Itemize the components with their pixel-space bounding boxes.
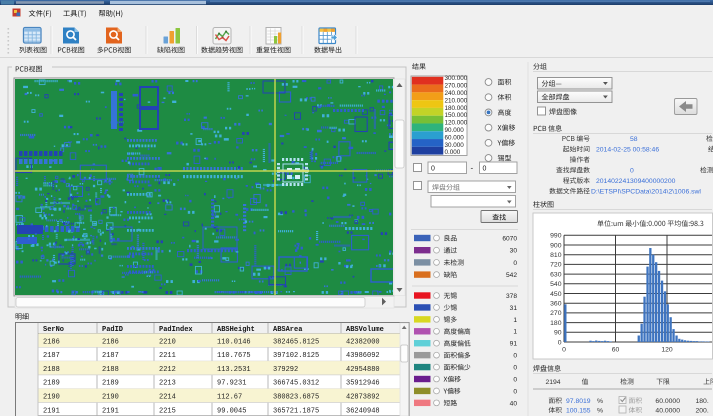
svg-text:2213: 2213 (159, 380, 176, 388)
svg-text:542: 542 (506, 272, 517, 279)
svg-text:240.000: 240.000 (445, 90, 468, 97)
svg-text:99.0045: 99.0045 (217, 407, 246, 415)
svg-text:42382000: 42382000 (346, 338, 380, 346)
svg-text:113.2531: 113.2531 (217, 366, 251, 374)
svg-text:2188: 2188 (43, 366, 60, 374)
svg-text:300.000: 300.000 (445, 75, 468, 82)
svg-text:2212: 2212 (159, 366, 176, 374)
svg-text:0: 0 (513, 353, 517, 360)
svg-text:91: 91 (510, 341, 518, 348)
svg-text:2188: 2188 (102, 366, 119, 374)
svg-text:ABSHeight: ABSHeight (217, 326, 255, 334)
svg-text:630: 630 (550, 271, 562, 278)
svg-text:42954880: 42954880 (346, 366, 380, 374)
svg-text:200.: 200. (696, 408, 709, 415)
svg-text:397102.8125: 397102.8125 (273, 352, 319, 360)
svg-text:58: 58 (630, 136, 638, 143)
svg-text:43986092: 43986092 (346, 352, 380, 360)
svg-text:270: 270 (550, 310, 562, 317)
svg-text:0: 0 (483, 165, 487, 172)
svg-text:366745.0312: 366745.0312 (273, 380, 319, 388)
svg-text:2187: 2187 (43, 352, 60, 360)
svg-text:PadIndex: PadIndex (159, 326, 193, 334)
svg-text:0: 0 (562, 347, 566, 354)
svg-text:PadID: PadID (102, 326, 123, 334)
svg-text:2186: 2186 (102, 338, 119, 346)
svg-text:540: 540 (550, 281, 562, 288)
svg-text:ABSArea: ABSArea (273, 326, 303, 334)
svg-text:2215: 2215 (159, 407, 176, 415)
svg-text:2214: 2214 (159, 394, 176, 402)
svg-text:120: 120 (661, 347, 673, 354)
svg-text:150.000: 150.000 (445, 112, 468, 119)
svg-text:40: 40 (510, 400, 518, 407)
svg-text:2189: 2189 (43, 380, 60, 388)
svg-text:900: 900 (550, 242, 562, 249)
svg-text:450: 450 (550, 291, 562, 298)
svg-text:ABSVolume: ABSVolume (346, 326, 384, 334)
svg-text:110.0146: 110.0146 (217, 338, 251, 346)
svg-text:210.000: 210.000 (445, 97, 468, 104)
svg-text:120.000: 120.000 (445, 120, 468, 127)
svg-text:110.7675: 110.7675 (217, 352, 251, 360)
svg-text:6070: 6070 (502, 235, 517, 242)
svg-text:90.000: 90.000 (445, 127, 465, 134)
svg-text:0: 0 (630, 168, 634, 175)
svg-text:2186: 2186 (43, 338, 60, 346)
svg-text:720: 720 (550, 262, 562, 269)
svg-text:2191: 2191 (102, 407, 119, 415)
svg-text:360: 360 (550, 301, 562, 308)
svg-text:0: 0 (513, 376, 517, 383)
svg-text:2014-02-25 00:58:46: 2014-02-25 00:58:46 (596, 147, 659, 154)
svg-text:380823.6875: 380823.6875 (273, 394, 319, 402)
svg-text:2210: 2210 (159, 338, 176, 346)
svg-text:60: 60 (612, 347, 620, 354)
svg-text:112.67: 112.67 (217, 394, 242, 402)
svg-text:40.0000: 40.0000 (655, 408, 680, 415)
svg-text:2187: 2187 (102, 352, 119, 360)
svg-text:97.8019: 97.8019 (566, 398, 591, 405)
svg-text:365721.1875: 365721.1875 (273, 407, 319, 415)
svg-text:0.000: 0.000 (445, 149, 461, 156)
svg-text:810: 810 (550, 252, 562, 259)
svg-text:2211: 2211 (159, 352, 176, 360)
svg-text:90: 90 (554, 330, 562, 337)
svg-text:2190: 2190 (43, 394, 60, 402)
svg-text:2190: 2190 (102, 394, 119, 402)
svg-text:%: % (597, 408, 603, 415)
svg-text:35912946: 35912946 (346, 380, 380, 388)
svg-text:0: 0 (431, 165, 435, 172)
svg-text:382465.8125: 382465.8125 (273, 338, 319, 346)
svg-text:1: 1 (513, 329, 517, 336)
svg-text:379292: 379292 (273, 366, 298, 374)
svg-text:1: 1 (513, 317, 517, 324)
svg-text:36240948: 36240948 (346, 407, 380, 415)
svg-text:42873892: 42873892 (346, 394, 380, 402)
svg-text:0: 0 (513, 364, 517, 371)
svg-text:990: 990 (550, 233, 562, 240)
svg-text:100.155: 100.155 (566, 408, 591, 415)
svg-text:270.000: 270.000 (445, 83, 468, 90)
svg-text:%: % (597, 398, 603, 405)
svg-text:0: 0 (513, 388, 517, 395)
svg-text:97.9231: 97.9231 (217, 380, 246, 388)
svg-text:31: 31 (510, 305, 518, 312)
svg-text:378: 378 (506, 293, 517, 300)
svg-text:2194: 2194 (545, 379, 560, 386)
svg-text:-: - (471, 163, 474, 172)
svg-text:201402241309400000200: 201402241309400000200 (596, 178, 676, 185)
svg-text:30: 30 (510, 248, 518, 255)
svg-text:D:\ETSPI\SPCData\2014\2\1006.s: D:\ETSPI\SPCData\2014\2\1006.swl (591, 189, 701, 196)
svg-text:2191: 2191 (43, 407, 60, 415)
svg-text:60.000: 60.000 (445, 134, 465, 141)
svg-text:180.: 180. (696, 398, 709, 405)
svg-text:30.000: 30.000 (445, 142, 465, 149)
svg-text:180.000: 180.000 (445, 105, 468, 112)
svg-text:180: 180 (550, 320, 562, 327)
svg-text:0: 0 (558, 339, 562, 346)
svg-text:2189: 2189 (102, 380, 119, 388)
svg-text:0: 0 (513, 260, 517, 267)
svg-text:SerNo: SerNo (43, 326, 64, 334)
svg-text:60.0000: 60.0000 (655, 398, 680, 405)
